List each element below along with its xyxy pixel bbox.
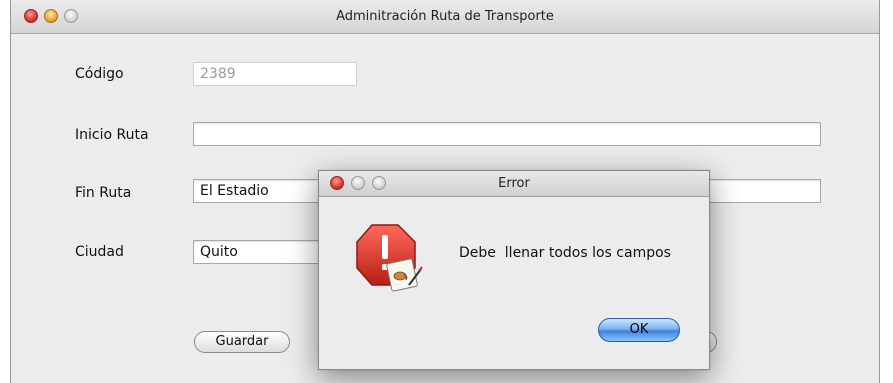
error-dialog: Error Debe llenar todos los campos OK (318, 170, 710, 370)
fin-ruta-label: Fin Ruta (75, 185, 132, 201)
inicio-ruta-label: Inicio Ruta (75, 127, 149, 143)
codigo-label: Código (75, 66, 124, 82)
ciudad-label: Ciudad (75, 244, 124, 260)
dialog-title: Error (498, 176, 530, 191)
guardar-button[interactable]: Guardar (194, 331, 290, 353)
ok-button[interactable]: OK (598, 318, 680, 342)
window-titlebar[interactable]: Adminitración Ruta de Transporte (11, 0, 879, 34)
dialog-titlebar[interactable]: Error (319, 171, 709, 197)
inicio-ruta-field[interactable] (193, 122, 821, 146)
codigo-field: 2389 (193, 62, 357, 86)
window-title: Adminitración Ruta de Transporte (336, 9, 554, 24)
error-stop-icon (356, 224, 423, 292)
error-message: Debe llenar todos los campos (459, 245, 671, 261)
